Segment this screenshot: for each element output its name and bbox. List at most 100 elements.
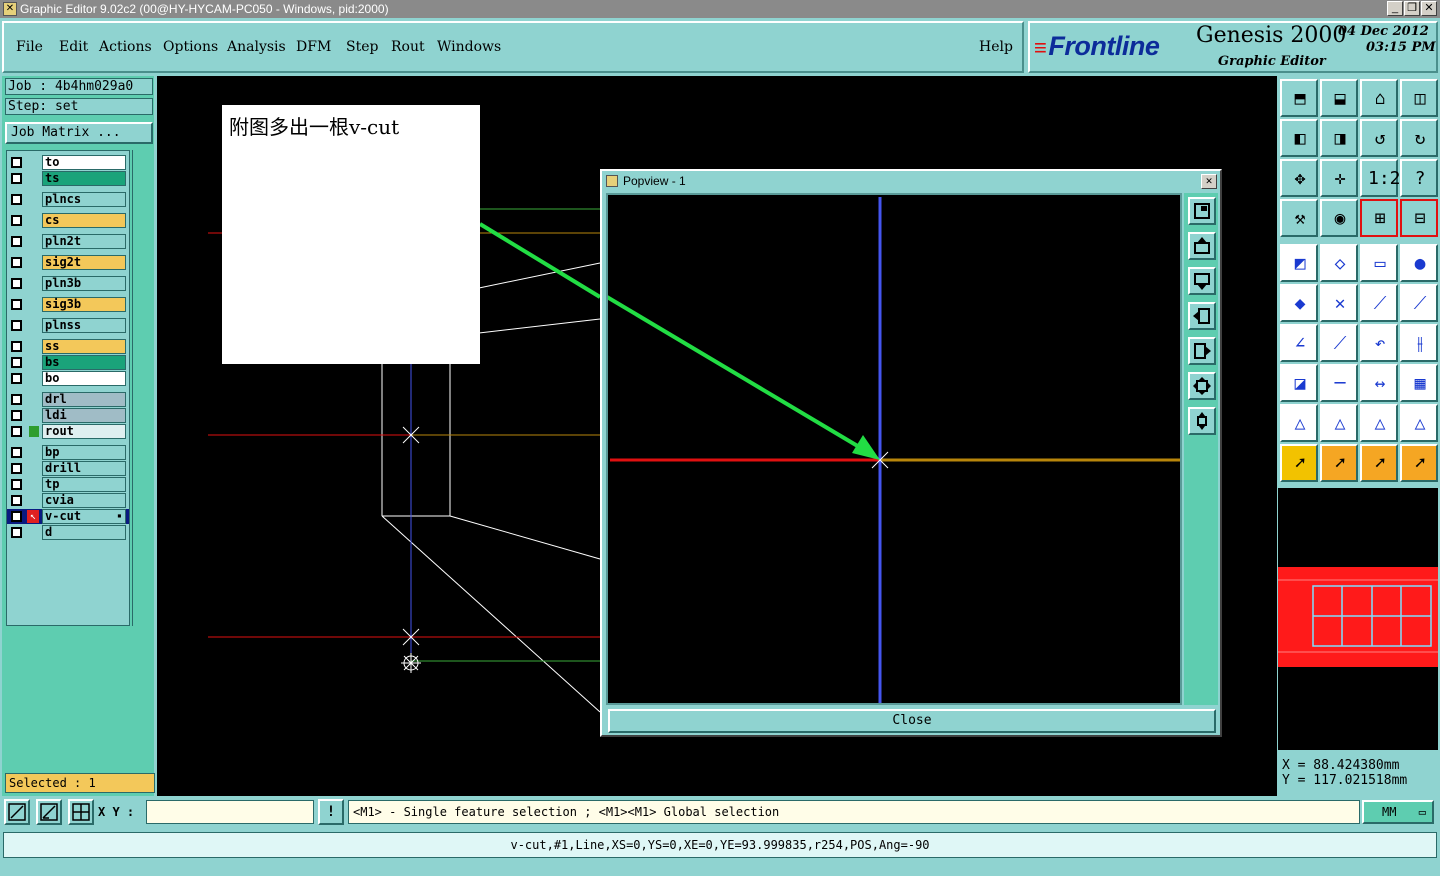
maximize-button[interactable]: ❐ [1404,1,1420,16]
layer-checkbox[interactable] [11,299,22,310]
grid-button[interactable] [68,799,94,825]
menu-windows[interactable]: Windows [437,39,501,55]
layer-checkbox[interactable] [11,426,22,437]
layer-name[interactable]: drill [42,461,126,476]
layer-row-ss[interactable]: ss [7,339,129,354]
layer-name[interactable]: bo [42,371,126,386]
rotate-button[interactable]: ↻ [1400,119,1438,157]
menu-file[interactable]: File [16,39,43,55]
move-point-button[interactable]: ⟋ [1360,284,1398,322]
popview-pan-left-button[interactable] [1188,302,1216,330]
redo-button[interactable]: ◨ [1320,119,1358,157]
layer-name[interactable]: drl [42,392,126,407]
layer-checkbox[interactable] [11,463,22,474]
layer-checkbox[interactable] [11,495,22,506]
popview-fit-button[interactable] [1188,372,1216,400]
help-button[interactable]: ? [1400,159,1438,197]
layer-checkbox[interactable] [11,257,22,268]
popview-close-button[interactable]: Close [608,709,1216,733]
layer-row-to[interactable]: to [7,155,129,170]
edit-shape-button[interactable]: ◇ [1320,244,1358,282]
layer-row-v-cut[interactable]: ↖ v-cut ▪ [7,509,129,524]
menu-help[interactable]: Help [979,39,1013,55]
triangle-c-button[interactable]: △ [1400,404,1438,442]
layer-checkbox[interactable] [11,157,22,168]
job-matrix-button[interactable]: Job Matrix ... [5,122,153,144]
layer-row-drl[interactable]: drl [7,392,129,407]
home-button[interactable]: ⌂ [1360,79,1398,117]
popview-pan-down-button[interactable] [1188,267,1216,295]
triangle-a-button[interactable]: △ [1320,404,1358,442]
layer-row-plnss[interactable]: plnss [7,318,129,333]
menu-edit[interactable]: Edit [59,39,88,55]
layer-checkbox[interactable] [11,194,22,205]
menu-actions[interactable]: Actions [99,39,152,55]
layer-row-cvia[interactable]: cvia [7,493,129,508]
layer-checkbox[interactable] [11,479,22,490]
layer-row-sig3b[interactable]: sig3b [7,297,129,312]
group-button[interactable]: ▦ [1400,364,1438,402]
layer-name[interactable]: tp [42,477,126,492]
layer-checkbox[interactable] [11,320,22,331]
layer-row-d[interactable]: d [7,525,129,540]
layer-checkbox[interactable] [11,511,22,522]
layer-name[interactable]: pln3b [42,276,126,291]
popview-center-button[interactable] [1188,407,1216,435]
layer-name[interactable]: to [42,155,126,170]
layer-name[interactable]: bs [42,355,126,370]
open-job-button[interactable]: ⬒ [1280,79,1318,117]
close-window-button[interactable]: ✕ [1421,1,1437,16]
minimize-button[interactable]: _ [1387,1,1403,16]
zoom-fit-button[interactable]: ✥ [1280,159,1318,197]
layer-name[interactable]: v-cut [42,509,126,524]
layer-row-pln3b[interactable]: pln3b [7,276,129,291]
popview-zoom-home-button[interactable] [1188,197,1216,225]
split-button[interactable]: ⫲ [1400,324,1438,362]
layer-name[interactable]: plncs [42,192,126,207]
horizontal-line-button[interactable]: ─ [1320,364,1358,402]
menu-options[interactable]: Options [163,39,218,55]
layer-name[interactable]: d [42,525,126,540]
copy-point-button[interactable]: ⟋ [1400,284,1438,322]
layer-name[interactable]: sig3b [42,297,126,312]
measure-button[interactable] [36,799,62,825]
layer-name[interactable]: ss [42,339,126,354]
warning-button[interactable]: ! [318,799,344,825]
layer-row-bp[interactable]: bp [7,445,129,460]
layer-up-button[interactable]: ⊞ [1360,199,1398,237]
select-poly-button[interactable]: ➚ [1360,444,1398,482]
layer-row-ldi[interactable]: ldi [7,408,129,423]
layer-checkbox[interactable] [11,215,22,226]
menu-rout[interactable]: Rout [391,39,425,55]
layer-name[interactable]: cvia [42,493,126,508]
layer-row-tp[interactable]: tp [7,477,129,492]
units-select[interactable]: MM ▭ [1362,800,1434,824]
layer-row-cs[interactable]: cs [7,213,129,228]
layer-row-sig2t[interactable]: sig2t [7,255,129,270]
popview-pan-right-button[interactable] [1188,337,1216,365]
layer-name[interactable]: plnss [42,318,126,333]
snap-button[interactable]: ◉ [1320,199,1358,237]
add-feature-button[interactable]: ◩ [1280,244,1318,282]
swap-button[interactable]: ↺ [1360,119,1398,157]
scale-1to2-button[interactable]: 1:2 [1360,159,1401,197]
transform-button[interactable]: ◪ [1280,364,1318,402]
menu-dfm[interactable]: DFM [296,39,331,55]
triangle-b-button[interactable]: △ [1360,404,1398,442]
pad-button[interactable]: ● [1400,244,1438,282]
layer-checkbox[interactable] [11,394,22,405]
layer-checkbox[interactable] [11,357,22,368]
layer-name[interactable]: sig2t [42,255,126,270]
layer-row-pln2t[interactable]: pln2t [7,234,129,249]
layer-checkbox[interactable] [11,527,22,538]
ruler-button[interactable]: ▭ [1360,244,1398,282]
arc-button[interactable]: ↶ [1360,324,1398,362]
layer-checkbox[interactable] [11,410,22,421]
menu-step[interactable]: Step [346,39,378,55]
layer-checkbox[interactable] [11,447,22,458]
window-layout-button[interactable]: ◫ [1400,79,1438,117]
mini-map[interactable] [1278,488,1438,750]
layer-row-ts[interactable]: ts [7,171,129,186]
layer-row-bs[interactable]: bs [7,355,129,370]
save-button[interactable]: ⬓ [1320,79,1358,117]
